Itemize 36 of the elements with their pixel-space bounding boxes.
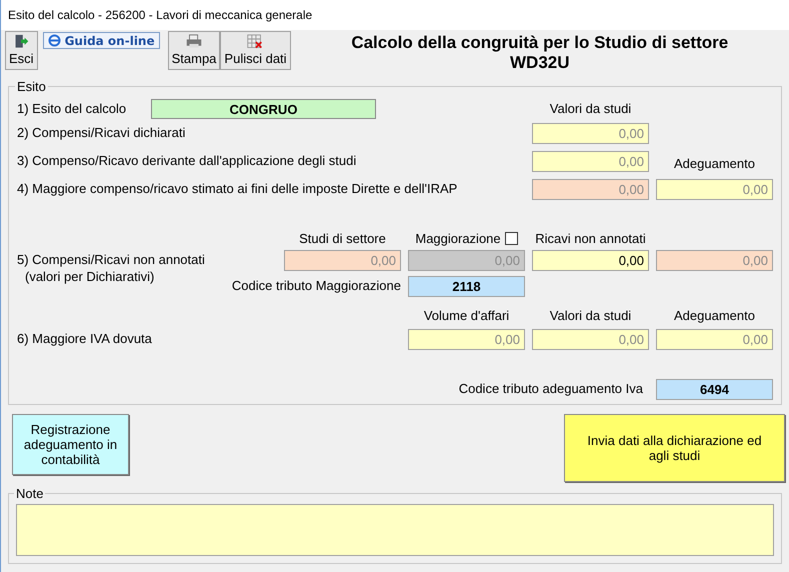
- toolbar-button[interactable]: Esci: [5, 31, 38, 70]
- printer-icon: [185, 34, 204, 48]
- group-legend: Esito: [15, 77, 48, 96]
- label: 1) Esito del calcolo: [17, 100, 128, 118]
- label: Codice tributo adeguamento Iva: [458, 380, 643, 398]
- code-field: 2118: [408, 276, 525, 296]
- door-icon: [13, 34, 30, 48]
- action-button[interactable]: Invia dati alla dichiarazione ed agli studi: [564, 414, 785, 482]
- result-field: CONGRUO: [151, 98, 376, 118]
- label: Codice tributo Maggiorazione: [232, 277, 401, 296]
- note-field[interactable]: [16, 504, 774, 556]
- column-header: Valori da studi: [548, 100, 632, 118]
- label: 6) Maggiore IVA dovuta: [17, 330, 153, 348]
- column-header: Maggiorazione: [415, 230, 501, 248]
- column-header: Adeguamento: [673, 306, 756, 325]
- page-heading: Calcolo della congruità per lo Studio di settore WD32U: [350, 33, 730, 73]
- label: 2) Compensi/Ricavi dichiarati: [17, 124, 186, 142]
- toolbar-button[interactable]: Pulisci dati: [220, 31, 291, 70]
- label: 3) Compenso/Ricavo derivante dall'applicazione degli studi: [17, 152, 358, 170]
- label: 5) Compensi/Ricavi non annotati: [17, 251, 206, 270]
- checkbox[interactable]: [504, 232, 518, 245]
- column-header: Studi di settore: [298, 230, 387, 248]
- grid-delete-icon: [246, 34, 264, 48]
- title-bar: Esito del calcolo - 256200 - Lavori di meccanica generale: [1, 0, 789, 30]
- action-button[interactable]: Registrazione adeguamento in contabilità: [12, 414, 129, 475]
- column-header: Volume d'affari: [422, 306, 510, 325]
- toolbar-button[interactable]: Stampa: [168, 31, 220, 70]
- help-link-button[interactable]: Guida on-line: [42, 32, 160, 49]
- label: 4) Maggiore compenso/ricavo stimato ai fini delle imposte Dirette e dell'IRAP: [17, 180, 458, 198]
- label: (valori per Dichiarativi): [24, 268, 154, 286]
- code-field: 6494: [656, 378, 773, 400]
- column-header: Ricavi non annotati: [534, 230, 647, 248]
- column-header: Valori da studi: [548, 306, 632, 325]
- group-legend: Note: [14, 484, 46, 504]
- value-field[interactable]: 0,00: [532, 250, 649, 270]
- column-header: Adeguamento: [673, 155, 756, 173]
